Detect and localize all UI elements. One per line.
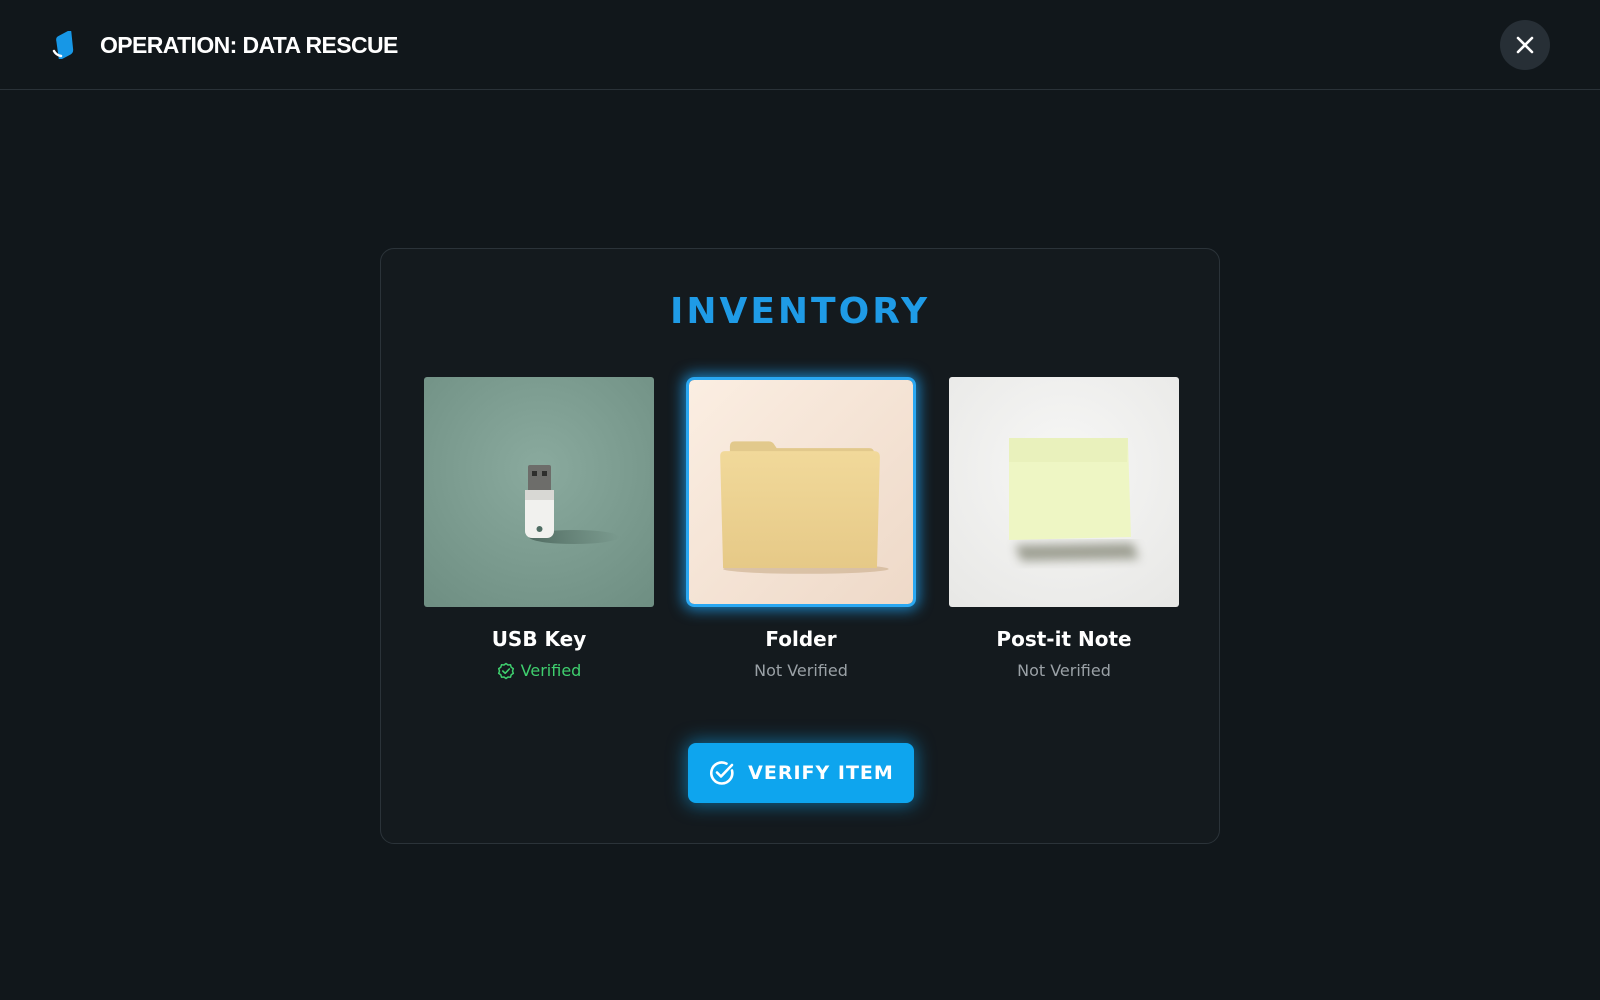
verify-item-label: VERIFY ITEM	[748, 762, 894, 784]
item-name: Folder	[765, 627, 837, 651]
item-status: Verified	[424, 661, 654, 680]
inventory-title: INVENTORY	[669, 291, 931, 332]
check-circle-icon	[710, 761, 734, 785]
item-name: Post-it Note	[996, 627, 1132, 651]
verified-badge-icon	[497, 662, 514, 679]
item-status-text: Not Verified	[1017, 661, 1111, 680]
item-status: Not Verified	[949, 661, 1179, 680]
inventory-panel: INVENTORY USB Key Verified Folder Not Ve…	[380, 248, 1220, 844]
item-status-text: Verified	[520, 661, 582, 680]
close-button[interactable]	[1500, 20, 1550, 70]
close-icon	[1516, 36, 1534, 54]
item-status: Not Verified	[686, 661, 916, 680]
top-bar: OPERATION: DATA RESCUE	[0, 0, 1600, 90]
diamond-tag-icon	[52, 31, 74, 59]
usb-key-photo[interactable]	[424, 377, 654, 607]
item-status-text: Not Verified	[754, 661, 848, 680]
app-title: OPERATION: DATA RESCUE	[100, 32, 398, 58]
verify-item-button[interactable]: VERIFY ITEM	[688, 743, 914, 803]
folder-photo[interactable]	[686, 377, 916, 607]
item-name: USB Key	[491, 627, 587, 651]
post-it-note-photo[interactable]	[949, 377, 1179, 607]
